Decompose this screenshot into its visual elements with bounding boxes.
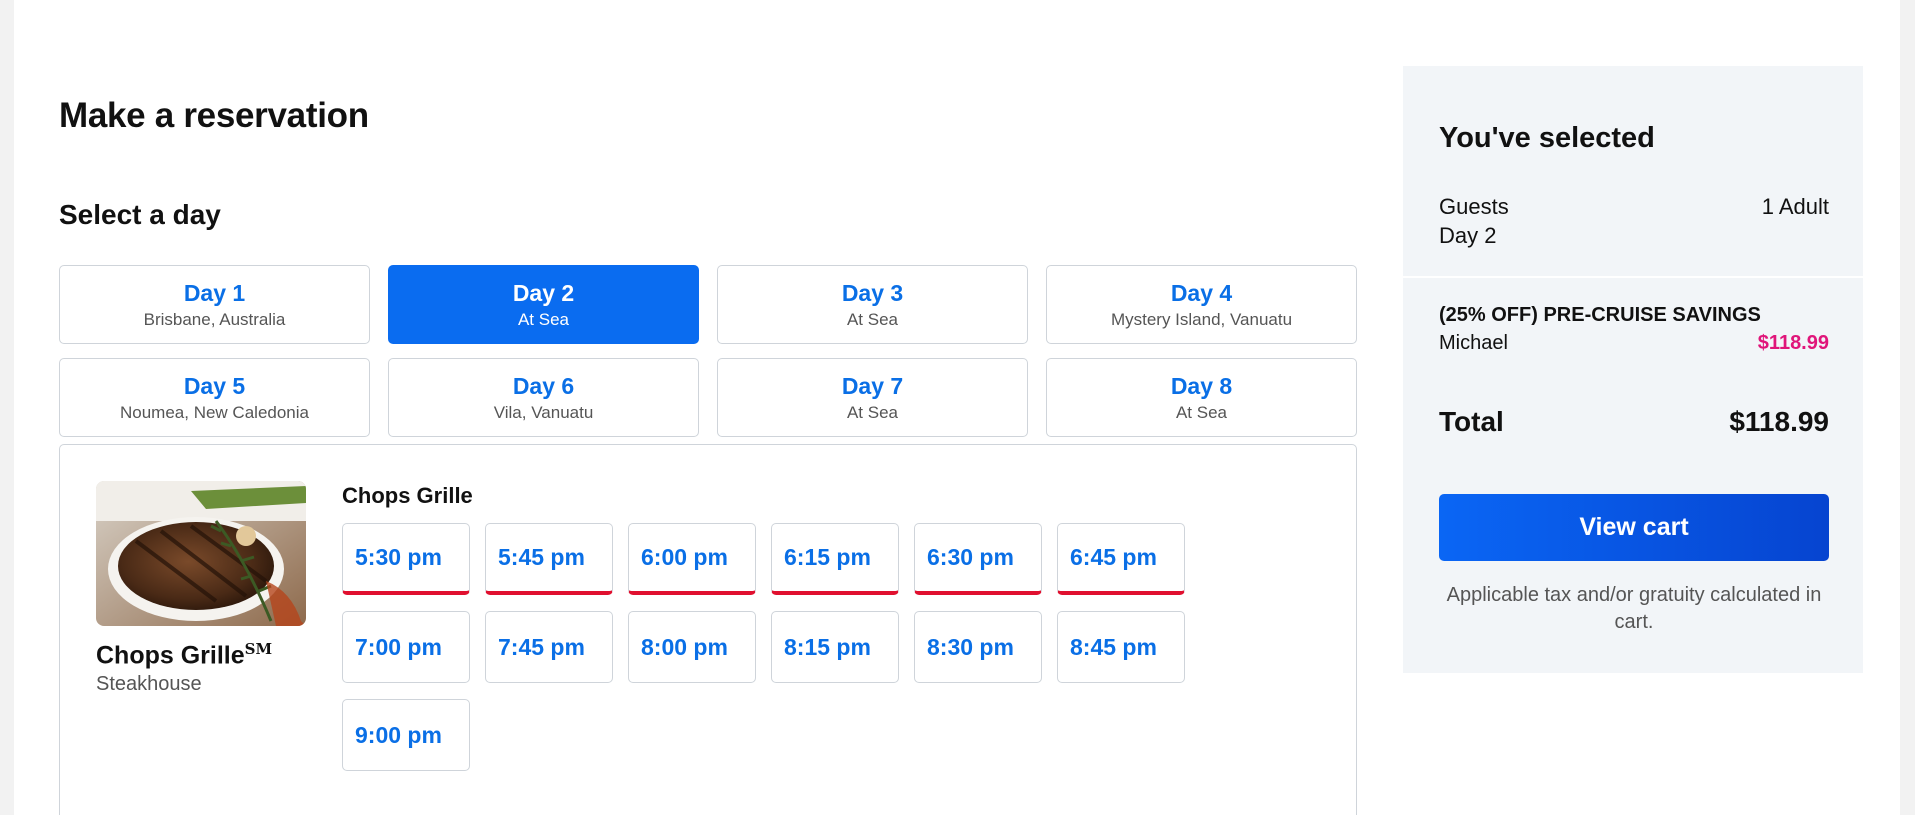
day-label: Day 8 bbox=[1170, 372, 1233, 399]
day-port: At Sea bbox=[1175, 402, 1228, 422]
day-port: At Sea bbox=[846, 309, 899, 329]
day-label: Day 6 bbox=[512, 372, 575, 399]
day-label: Day 4 bbox=[1170, 279, 1233, 306]
total-row: Total $118.99 bbox=[1439, 406, 1829, 438]
day-port: Brisbane, Australia bbox=[143, 309, 286, 329]
day-card-8[interactable]: Day 8 At Sea bbox=[1046, 358, 1357, 437]
time-slot-button[interactable]: 8:15 pm bbox=[771, 611, 899, 683]
day-row: Day 2 bbox=[1439, 223, 1829, 249]
guest-name: Michael bbox=[1439, 332, 1508, 354]
summary-divider bbox=[1403, 276, 1863, 278]
restaurant-name: Chops GrilleSM bbox=[96, 640, 273, 670]
day-selector: Day 1 Brisbane, Australia Day 2 At Sea Day 3… bbox=[59, 265, 1357, 437]
day-port: At Sea bbox=[846, 402, 899, 422]
time-slot-button[interactable]: 7:00 pm bbox=[342, 611, 470, 683]
day-card-3[interactable]: Day 3 At Sea bbox=[717, 265, 1028, 344]
time-slots-title: Chops Grille bbox=[342, 483, 473, 508]
promo-title: (25% OFF) PRE-CRUISE SAVINGS bbox=[1439, 304, 1761, 326]
guest-price-row: Michael $118.99 bbox=[1439, 332, 1829, 355]
day-port: Vila, Vanuatu bbox=[493, 402, 594, 422]
time-slot-button[interactable]: 8:45 pm bbox=[1057, 611, 1185, 683]
selected-day-value: Day 2 bbox=[1439, 223, 1497, 248]
time-slot-button[interactable]: 9:00 pm bbox=[342, 699, 470, 771]
time-slot-button[interactable]: 6:15 pm bbox=[771, 523, 899, 595]
tax-note: Applicable tax and/or gratuity calculate… bbox=[1446, 584, 1822, 633]
steak-photo bbox=[96, 481, 306, 626]
day-card-1[interactable]: Day 1 Brisbane, Australia bbox=[59, 265, 370, 344]
day-card-7[interactable]: Day 7 At Sea bbox=[717, 358, 1028, 437]
day-port: At Sea bbox=[517, 309, 570, 329]
total-label: Total bbox=[1439, 406, 1504, 437]
time-slot-button[interactable]: 6:30 pm bbox=[914, 523, 1042, 595]
time-slot-button[interactable]: 8:00 pm bbox=[628, 611, 756, 683]
select-day-heading: Select a day bbox=[59, 199, 221, 230]
total-value: $118.99 bbox=[1729, 406, 1829, 437]
day-label: Day 1 bbox=[183, 279, 246, 306]
guest-price: $118.99 bbox=[1757, 332, 1829, 354]
view-cart-button[interactable]: View cart bbox=[1439, 494, 1829, 561]
day-card-6[interactable]: Day 6 Vila, Vanuatu bbox=[388, 358, 699, 437]
selection-summary: You've selected Guests 1 Adult Day 2 (25… bbox=[1403, 66, 1863, 673]
page-title: Make a reservation bbox=[59, 96, 369, 135]
time-slot-button[interactable]: 8:30 pm bbox=[914, 611, 1042, 683]
restaurant-card: Chops GrilleSM Steakhouse Chops Grille 5… bbox=[59, 444, 1357, 815]
day-label: Day 7 bbox=[841, 372, 904, 399]
time-slot-button[interactable]: 5:45 pm bbox=[485, 523, 613, 595]
guests-label: Guests bbox=[1439, 194, 1509, 219]
day-port: Noumea, New Caledonia bbox=[120, 402, 309, 422]
guests-row: Guests 1 Adult bbox=[1439, 194, 1829, 220]
guests-value: 1 Adult bbox=[1761, 194, 1829, 219]
day-card-4[interactable]: Day 4 Mystery Island, Vanuatu bbox=[1046, 265, 1357, 344]
day-label: Day 5 bbox=[183, 372, 246, 399]
time-slot-grid: 5:30 pm 5:45 pm 6:00 pm 6:15 pm 6:30 pm 6:45 … bbox=[342, 523, 1202, 771]
day-card-2[interactable]: Day 2 At Sea bbox=[388, 265, 699, 344]
time-slot-button[interactable]: 6:00 pm bbox=[628, 523, 756, 595]
day-card-5[interactable]: Day 5 Noumea, New Caledonia bbox=[59, 358, 370, 437]
time-slot-button[interactable]: 5:30 pm bbox=[342, 523, 470, 595]
service-mark: SM bbox=[244, 640, 273, 658]
day-port: Mystery Island, Vanuatu bbox=[1110, 309, 1293, 329]
day-label: Day 3 bbox=[841, 279, 904, 306]
page: Make a reservation Select a day Day 1 Bri… bbox=[14, 0, 1900, 815]
day-label: Day 2 bbox=[512, 279, 575, 306]
time-slot-button[interactable]: 7:45 pm bbox=[485, 611, 613, 683]
restaurant-type: Steakhouse bbox=[96, 673, 202, 695]
summary-title: You've selected bbox=[1439, 122, 1655, 154]
time-slot-button[interactable]: 6:45 pm bbox=[1057, 523, 1185, 595]
